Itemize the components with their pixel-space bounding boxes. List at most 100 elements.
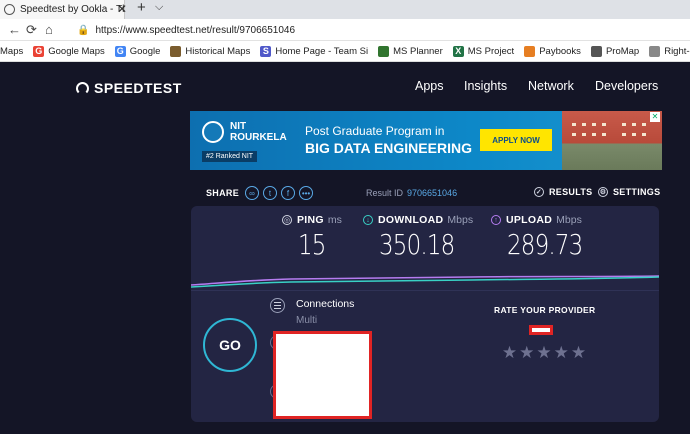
upload-arrow-icon: ↑ bbox=[491, 215, 501, 225]
download-graph-line bbox=[191, 276, 659, 288]
speedtest-logo[interactable]: SPEEDTEST bbox=[76, 80, 182, 96]
share-twitter-icon[interactable]: t bbox=[263, 186, 278, 200]
connections-icon bbox=[270, 298, 285, 313]
settings-label: SETTINGS bbox=[613, 187, 661, 197]
ping-metric: ◎ PING ms 15 bbox=[282, 214, 342, 261]
result-id: Result ID 9706651046 bbox=[366, 188, 457, 198]
bookmark-favicon-icon bbox=[524, 45, 536, 57]
bookmark-favicon-icon bbox=[170, 45, 182, 57]
download-arrow-icon: ↓ bbox=[363, 215, 373, 225]
speed-graph bbox=[191, 275, 659, 288]
bookmark-label: MS Planner bbox=[393, 45, 443, 57]
nav-network[interactable]: Network bbox=[528, 79, 574, 93]
bookmark-label: ProMap bbox=[605, 45, 640, 57]
bookmark-item[interactable]: Historical Maps bbox=[170, 45, 251, 57]
logo-text: SPEEDTEST bbox=[94, 80, 182, 96]
rate-provider-label: RATE YOUR PROVIDER bbox=[494, 305, 596, 315]
share-row: SHARE ∞ t f ••• Result ID 9706651046 ✓ RE… bbox=[206, 185, 660, 201]
bookmarks-bar: Maps G Google Maps G Google Historical Maps S H… bbox=[0, 41, 690, 62]
nav-apps[interactable]: Apps bbox=[415, 79, 444, 93]
bookmark-label: MS Project bbox=[467, 45, 515, 57]
lock-icon: 🔒 bbox=[77, 24, 90, 36]
bookmark-favicon-icon: X bbox=[452, 45, 464, 57]
bookmark-item[interactable]: S Home Page - Team Si bbox=[260, 45, 369, 57]
share-facebook-icon[interactable]: f bbox=[281, 186, 296, 200]
download-value: 350.18 bbox=[379, 228, 455, 261]
ad-rank-badge: #2 Ranked NIT bbox=[202, 151, 258, 162]
nav-developers[interactable]: Developers bbox=[595, 79, 658, 93]
bookmark-label: Google bbox=[129, 45, 161, 57]
bookmark-label: Google Maps bbox=[48, 45, 105, 57]
bookmark-item[interactable]: Right-of-light Extrane bbox=[649, 45, 690, 57]
download-label: DOWNLOAD bbox=[378, 214, 444, 226]
ping-unit: ms bbox=[327, 214, 342, 226]
new-tab-icon[interactable]: + bbox=[137, 0, 146, 16]
bookmark-item[interactable]: ProMap bbox=[590, 45, 640, 57]
rating-star-icon[interactable]: ★ bbox=[554, 343, 569, 362]
connections-mode-value[interactable]: Multi bbox=[296, 315, 317, 326]
bookmark-favicon-icon: G bbox=[33, 45, 45, 57]
check-circle-icon: ✓ bbox=[534, 187, 544, 197]
bookmark-favicon-icon bbox=[378, 45, 390, 57]
rating-star-icon[interactable]: ★ bbox=[519, 343, 534, 362]
speedtest-page: SPEEDTEST Apps Insights Network Develope… bbox=[0, 62, 690, 434]
upload-unit: Mbps bbox=[556, 214, 582, 226]
bookmark-item[interactable]: G Google Maps bbox=[33, 45, 105, 57]
bookmark-item[interactable]: Maps bbox=[0, 46, 23, 57]
url-field[interactable]: 🔒 https://www.speedtest.net/result/97066… bbox=[77, 22, 677, 38]
redacted-provider-name bbox=[529, 325, 553, 335]
tab-list-chevron-down-icon[interactable]: ⌵ bbox=[155, 1, 163, 14]
advertisement-banner[interactable]: NIT ROURKELA #2 Ranked NIT Post Graduate… bbox=[190, 111, 662, 170]
results-button[interactable]: ✓ RESULTS bbox=[534, 187, 592, 197]
result-id-label: Result ID bbox=[366, 188, 404, 198]
share-more-icon[interactable]: ••• bbox=[299, 186, 314, 200]
nav-developers-label: Developers bbox=[595, 79, 659, 93]
bookmark-item[interactable]: Paybooks bbox=[524, 45, 581, 57]
bookmark-favicon-icon: S bbox=[260, 45, 272, 57]
address-bar: ← ⟳ ⌂ 🔒 https://www.speedtest.net/result… bbox=[0, 19, 690, 41]
home-icon[interactable]: ⌂ bbox=[45, 22, 53, 37]
share-label: SHARE bbox=[206, 188, 240, 198]
result-id-value[interactable]: 9706651046 bbox=[407, 188, 457, 198]
settings-button[interactable]: ⚙ SETTINGS bbox=[598, 187, 660, 197]
ad-institute-line2: ROURKELA bbox=[230, 132, 287, 143]
rating-star-icon[interactable]: ★ bbox=[502, 343, 517, 362]
download-unit: Mbps bbox=[447, 214, 474, 226]
bookmark-label: Historical Maps bbox=[185, 45, 251, 57]
browser-tab[interactable]: Speedtest by Ookla - Th bbox=[0, 0, 125, 19]
bookmark-item[interactable]: MS Planner bbox=[378, 45, 443, 57]
share-link-icon[interactable]: ∞ bbox=[245, 186, 260, 200]
panel-divider bbox=[191, 290, 659, 291]
ping-label: PING bbox=[297, 214, 324, 226]
apply-now-button[interactable]: APPLY NOW bbox=[480, 129, 552, 151]
results-label: RESULTS bbox=[549, 187, 593, 197]
bookmark-item[interactable]: G Google bbox=[114, 45, 161, 57]
ad-close-icon[interactable]: ✕ bbox=[650, 112, 660, 122]
nav-network-label: Network bbox=[528, 79, 574, 93]
upload-label: UPLOAD bbox=[506, 214, 553, 226]
ping-value: 15 bbox=[298, 228, 326, 261]
bookmark-item[interactable]: X MS Project bbox=[452, 45, 515, 57]
bookmark-label: Home Page - Team Si bbox=[275, 45, 369, 57]
rating-star-icon[interactable]: ★ bbox=[571, 343, 586, 362]
ad-institute-line1: NIT bbox=[230, 121, 247, 132]
tab-title: Speedtest by Ookla - Th bbox=[20, 4, 125, 15]
refresh-icon[interactable]: ⟳ bbox=[26, 22, 37, 38]
bookmark-favicon-icon: G bbox=[114, 45, 126, 57]
redacted-connection-info bbox=[273, 331, 372, 419]
go-button[interactable]: GO bbox=[203, 318, 257, 372]
bookmark-label: Right-of-light Extrane bbox=[664, 45, 690, 57]
result-panel: ◎ PING ms 15 ↓ DOWNLOAD Mbps 350.18 ↑ UP… bbox=[191, 206, 659, 422]
rating-stars: ★ ★ ★ ★ ★ bbox=[494, 343, 594, 363]
upload-metric: ↑ UPLOAD Mbps 289.73 bbox=[491, 214, 599, 261]
rating-star-icon[interactable]: ★ bbox=[536, 343, 551, 362]
bookmark-label: Paybooks bbox=[539, 45, 581, 57]
ad-institute-name: NIT ROURKELA bbox=[230, 121, 287, 143]
connections-label: Connections bbox=[296, 298, 355, 310]
nav-insights[interactable]: Insights bbox=[464, 79, 507, 93]
back-arrow-icon[interactable]: ← bbox=[8, 22, 21, 37]
ad-subtitle: Post Graduate Program in bbox=[305, 124, 445, 138]
browser-tab-bar: Speedtest by Ookla - Th ✕ + ⌵ bbox=[0, 0, 690, 19]
close-tab-icon[interactable]: ✕ bbox=[117, 2, 127, 16]
ad-building-image bbox=[562, 111, 662, 170]
